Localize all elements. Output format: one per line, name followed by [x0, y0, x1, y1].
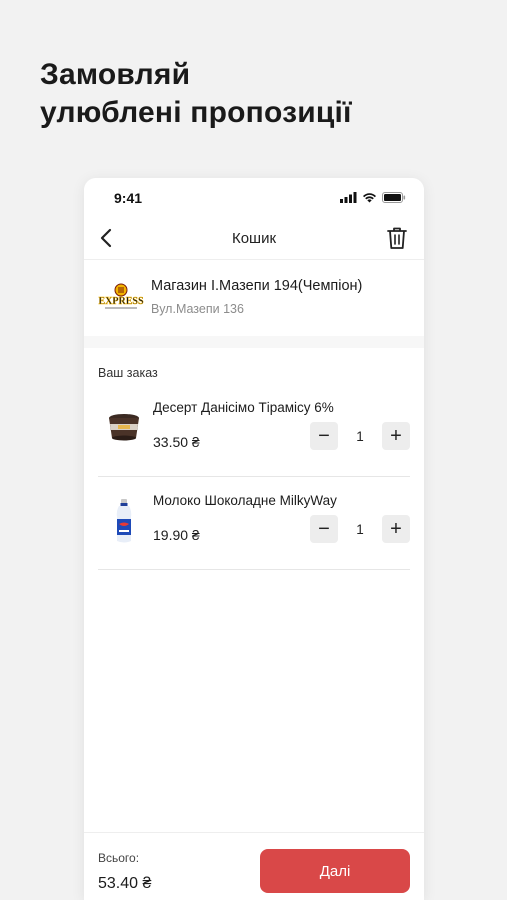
store-address: Вул.Мазепи 136: [151, 302, 244, 316]
status-time: 9:41: [114, 190, 143, 206]
status-bar: 9:41: [84, 178, 424, 218]
order-section: Ваш заказ Десерт Данісімо Тірамісу 6% 33…: [84, 348, 424, 868]
product-name: Молоко Шоколадне MilkyWay: [153, 493, 337, 508]
decrease-button[interactable]: −: [310, 422, 338, 450]
next-button[interactable]: Далі: [260, 849, 410, 893]
headline-line-1: Замовляй: [40, 58, 191, 91]
status-icons: [340, 192, 406, 203]
svg-text:EXPRESS: EXPRESS: [98, 296, 143, 307]
signal-icon: [340, 192, 357, 203]
increase-button[interactable]: +: [382, 422, 410, 450]
checkout-bar: Всього: 53.40 ₴ Далі: [84, 832, 424, 900]
product-name: Десерт Данісімо Тірамісу 6%: [153, 400, 334, 415]
battery-icon: [382, 192, 406, 203]
wifi-icon: [363, 193, 376, 203]
product-price: 19.90 ₴: [153, 527, 200, 543]
decrease-button[interactable]: −: [310, 515, 338, 543]
cart-item: Десерт Данісімо Тірамісу 6% 33.50 ₴ − 1 …: [98, 384, 410, 477]
headline: Замовляй улюблені пропозиції: [40, 56, 352, 132]
quantity-value: 1: [356, 428, 364, 444]
cart-item: Молоко Шоколадне MilkyWay 19.90 ₴ − 1 +: [98, 477, 410, 570]
product-image-milk: [104, 497, 144, 547]
headline-line-2: улюблені пропозиції: [40, 96, 352, 129]
trash-icon: [387, 227, 407, 249]
order-label: Ваш заказ: [98, 366, 158, 380]
increase-button[interactable]: +: [382, 515, 410, 543]
total-label: Всього:: [98, 851, 140, 865]
product-image-dessert: [104, 404, 144, 454]
store-logo: EXPRESS: [96, 282, 146, 314]
clear-cart-button[interactable]: [384, 225, 410, 251]
quantity-stepper: − 1 +: [310, 515, 410, 543]
store-name: Магазин І.Мазепи 194(Чемпіон): [151, 278, 363, 294]
quantity-stepper: − 1 +: [310, 422, 410, 450]
quantity-value: 1: [356, 521, 364, 537]
total-value: 53.40 ₴: [98, 875, 152, 892]
nav-bar: Кошик: [84, 218, 424, 260]
store-card[interactable]: EXPRESS Магазин І.Мазепи 194(Чемпіон) Ву…: [84, 260, 424, 336]
page-title: Кошик: [231, 230, 277, 247]
product-price: 33.50 ₴: [153, 434, 200, 450]
phone-frame: 9:41 Кошик EXPRESS Магазин І.Мазепи 194(…: [84, 178, 424, 900]
